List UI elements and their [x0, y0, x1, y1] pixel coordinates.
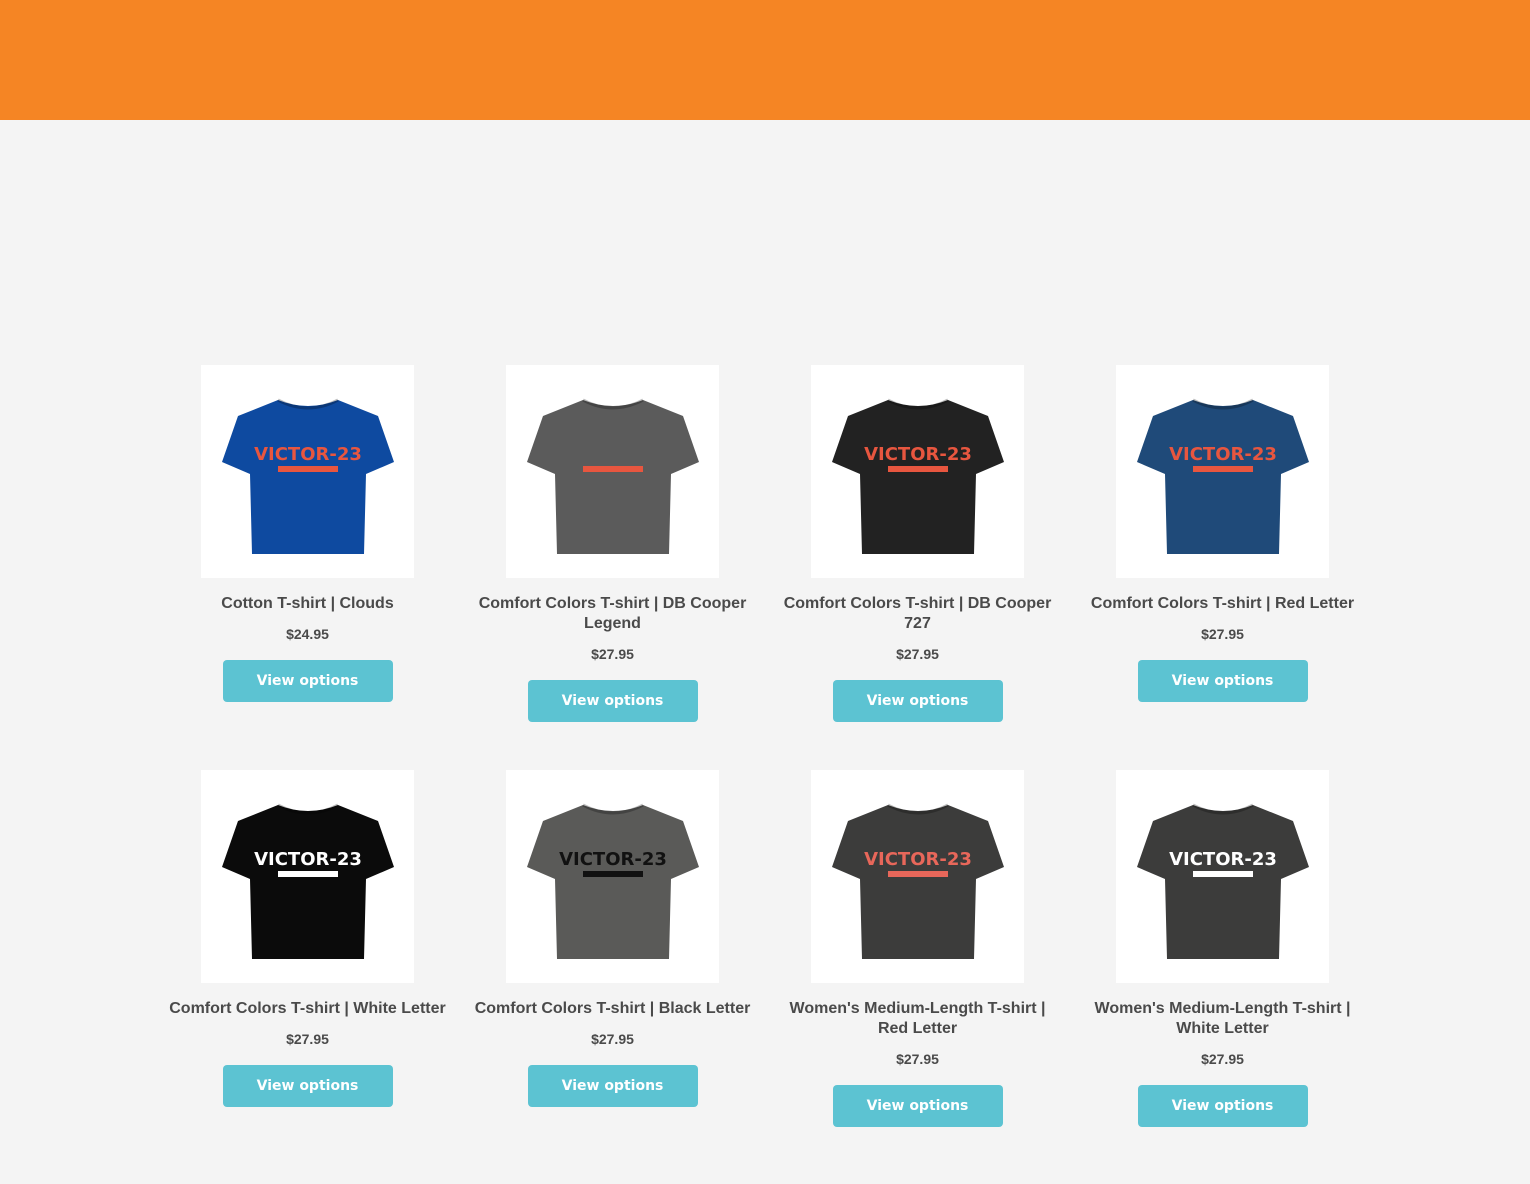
product-title[interactable]: Comfort Colors T-shirt | White Letter: [163, 999, 453, 1019]
tshirt-body: [1136, 399, 1309, 554]
tshirt-body: [526, 399, 699, 554]
view-options-button[interactable]: View options: [1137, 1085, 1308, 1127]
product-card: VICTOR-23 Cotton T-shirt | Clouds $24.95 Vi…: [155, 365, 460, 722]
product-card: Comfort Colors T-shirt | DB Cooper Legen…: [460, 365, 765, 722]
product-grid: VICTOR-23 Cotton T-shirt | Clouds $24.95 Vi…: [155, 365, 1375, 1127]
logo-text: VICTOR-23: [864, 444, 972, 465]
product-card: VICTOR-23 Comfort Colors T-shirt | White …: [155, 770, 460, 1127]
product-title[interactable]: Women's Medium-Length T-shirt | White Le…: [1078, 999, 1368, 1039]
view-options-button[interactable]: View options: [222, 1065, 393, 1107]
tshirt-icon: VICTOR-23: [221, 398, 394, 554]
view-options-button[interactable]: View options: [1137, 660, 1308, 702]
product-image[interactable]: VICTOR-23: [811, 770, 1024, 983]
tshirt-body: [831, 804, 1004, 959]
logo-text: VICTOR-23: [254, 444, 362, 465]
product-price: $27.95: [591, 1031, 634, 1047]
product-card: VICTOR-23 Women's Medium-Length T-shirt |…: [1070, 770, 1375, 1127]
product-price: $27.95: [1201, 626, 1244, 642]
product-title[interactable]: Women's Medium-Length T-shirt | Red Lett…: [773, 999, 1063, 1039]
product-image[interactable]: VICTOR-23: [811, 365, 1024, 578]
tshirt-icon: VICTOR-23: [221, 803, 394, 959]
product-title[interactable]: Comfort Colors T-shirt | DB Cooper Legen…: [468, 594, 758, 634]
product-image[interactable]: [506, 365, 719, 578]
product-price: $27.95: [286, 1031, 329, 1047]
view-options-button[interactable]: View options: [832, 1085, 1003, 1127]
product-price: $27.95: [896, 646, 939, 662]
product-card: VICTOR-23 Women's Medium-Length T-shirt |…: [765, 770, 1070, 1127]
tshirt-body: [831, 399, 1004, 554]
tshirt-icon: VICTOR-23: [1136, 398, 1309, 554]
logo-banner: [887, 465, 948, 472]
product-price: $24.95: [286, 626, 329, 642]
logo-text: VICTOR-23: [254, 849, 362, 870]
view-options-button[interactable]: View options: [527, 1065, 698, 1107]
logo-text: VICTOR-23: [864, 849, 972, 870]
logo-text: VICTOR-23: [1169, 444, 1277, 465]
logo-banner: [1192, 870, 1253, 877]
tshirt-icon: VICTOR-23: [1136, 803, 1309, 959]
logo-text: VICTOR-23: [559, 849, 667, 870]
logo-banner: [1192, 465, 1253, 472]
logo-banner: [582, 465, 643, 472]
product-image[interactable]: VICTOR-23: [201, 770, 414, 983]
product-price: $27.95: [1201, 1051, 1244, 1067]
logo-banner: [887, 870, 948, 877]
tshirt-icon: VICTOR-23: [831, 398, 1004, 554]
product-title[interactable]: Comfort Colors T-shirt | DB Cooper 727: [773, 594, 1063, 634]
product-title[interactable]: Comfort Colors T-shirt | Red Letter: [1078, 594, 1368, 614]
tshirt-body: [221, 804, 394, 959]
tshirt-body: [1136, 804, 1309, 959]
product-card: VICTOR-23 Comfort Colors T-shirt | Red Le…: [1070, 365, 1375, 722]
product-image[interactable]: VICTOR-23: [1116, 365, 1329, 578]
product-title[interactable]: Cotton T-shirt | Clouds: [163, 594, 453, 614]
tshirt-icon: VICTOR-23: [831, 803, 1004, 959]
product-title[interactable]: Comfort Colors T-shirt | Black Letter: [468, 999, 758, 1019]
logo-text: VICTOR-23: [1169, 849, 1277, 870]
logo-banner: [277, 870, 338, 877]
product-image[interactable]: VICTOR-23: [201, 365, 414, 578]
tshirt-body: [526, 804, 699, 959]
view-options-button[interactable]: View options: [222, 660, 393, 702]
view-options-button[interactable]: View options: [527, 680, 698, 722]
site-header-bar: [0, 0, 1530, 120]
product-card: VICTOR-23 Comfort Colors T-shirt | Black …: [460, 770, 765, 1127]
product-price: $27.95: [591, 646, 634, 662]
view-options-button[interactable]: View options: [832, 680, 1003, 722]
product-price: $27.95: [896, 1051, 939, 1067]
product-card: VICTOR-23 Comfort Colors T-shirt | DB Coo…: [765, 365, 1070, 722]
tshirt-icon: [526, 398, 699, 554]
tshirt-body: [221, 399, 394, 554]
tshirt-icon: VICTOR-23: [526, 803, 699, 959]
logo-banner: [582, 870, 643, 877]
product-image[interactable]: VICTOR-23: [1116, 770, 1329, 983]
product-image[interactable]: VICTOR-23: [506, 770, 719, 983]
logo-banner: [277, 465, 338, 472]
